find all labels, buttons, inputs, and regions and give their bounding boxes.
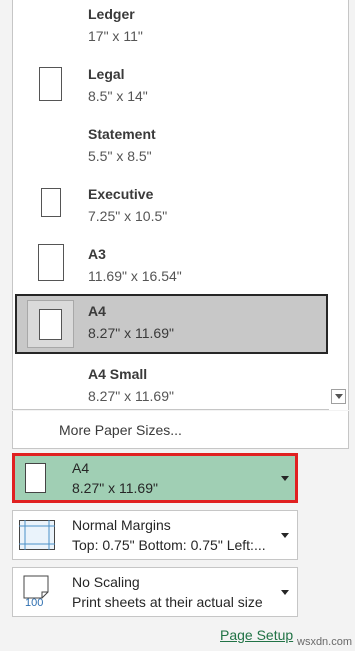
setting-title: Normal Margins <box>72 517 171 533</box>
margins-setting[interactable]: Normal Margins Top: 0.75" Bottom: 0.75" … <box>12 510 298 560</box>
margins-icon <box>19 520 55 550</box>
setting-subtitle: 8.27" x 11.69" <box>72 480 158 496</box>
paper-size-item-statement[interactable]: Statement 5.5" x 8.5" <box>13 120 330 180</box>
scroll-down-button[interactable] <box>331 389 346 404</box>
paper-size-name: A4 <box>88 303 106 319</box>
paper-size-item-legal[interactable]: Legal 8.5" x 14" <box>13 60 330 120</box>
scaling-icon-value: 100 <box>25 597 44 609</box>
page-thumbnail-icon <box>41 188 61 217</box>
paper-size-dropdown: Ledger 17" x 11" Legal 8.5" x 14" Statem… <box>12 0 349 410</box>
setting-title: A4 <box>72 460 90 476</box>
paper-size-item-a3[interactable]: A3 11.69" x 16.54" <box>13 240 330 300</box>
paper-size-dimensions: 5.5" x 8.5" <box>88 148 152 164</box>
paper-size-setting[interactable]: A4 8.27" x 11.69" <box>12 453 298 503</box>
paper-size-dimensions: 7.25" x 10.5" <box>88 208 168 224</box>
paper-size-dimensions: 8.27" x 11.69" <box>88 388 174 404</box>
paper-size-list: Ledger 17" x 11" Legal 8.5" x 14" Statem… <box>13 0 330 410</box>
paper-size-name: Ledger <box>88 6 135 22</box>
paper-size-item-a4-small[interactable]: A4 Small 8.27" x 11.69" <box>13 360 330 410</box>
more-paper-sizes-button[interactable]: More Paper Sizes... <box>12 411 349 449</box>
paper-size-name: Legal <box>88 66 125 82</box>
paper-size-name: A4 Small <box>88 366 148 382</box>
chevron-down-icon <box>281 476 289 481</box>
paper-size-dimensions: 17" x 11" <box>88 28 143 44</box>
paper-size-dimensions: 11.69" x 16.54" <box>88 268 182 284</box>
paper-size-item-executive[interactable]: Executive 7.25" x 10.5" <box>13 180 330 240</box>
page-setup-link[interactable]: Page Setup <box>220 627 293 643</box>
list-scrollbar[interactable] <box>329 0 348 410</box>
chevron-down-icon <box>281 590 289 595</box>
setting-subtitle: Top: 0.75" Bottom: 0.75" Left:... <box>72 537 266 553</box>
paper-size-dimensions: 8.27" x 11.69" <box>88 325 174 341</box>
paper-size-dimensions: 8.5" x 14" <box>88 88 148 104</box>
chevron-down-icon <box>334 394 343 399</box>
more-paper-sizes-label: More Paper Sizes... <box>59 422 182 438</box>
scaling-setting[interactable]: 100 No Scaling Print sheets at their act… <box>12 567 298 617</box>
paper-size-name: Statement <box>88 126 156 142</box>
paper-size-item-a4-selected[interactable]: A4 8.27" x 11.69" <box>15 294 328 354</box>
watermark: wsxdn.com <box>297 636 353 648</box>
page-thumbnail-icon <box>39 67 62 101</box>
page-icon <box>25 463 46 493</box>
paper-size-item-ledger[interactable]: Ledger 17" x 11" <box>13 0 330 60</box>
thumbnail-frame <box>27 300 74 348</box>
paper-size-name: A3 <box>88 246 106 262</box>
setting-title: No Scaling <box>72 574 140 590</box>
page-thumbnail-icon <box>38 244 64 281</box>
chevron-down-icon <box>281 533 289 538</box>
paper-size-name: Executive <box>88 186 154 202</box>
setting-subtitle: Print sheets at their actual size <box>72 594 263 610</box>
page-thumbnail-icon <box>39 309 62 340</box>
